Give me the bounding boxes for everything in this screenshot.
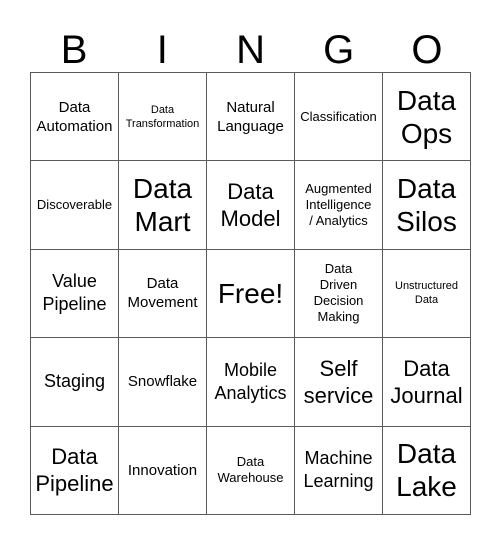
bingo-cell-label: Unstructured Data — [395, 280, 458, 307]
bingo-cell-label: Natural Language — [217, 98, 284, 135]
bingo-header: B I N G O — [30, 20, 471, 72]
bingo-cell-o1[interactable]: Data Ops — [383, 73, 471, 162]
bingo-cell-label: Innovation — [127, 461, 198, 479]
bingo-cell-label: Self service — [303, 355, 374, 408]
bingo-cell-b2[interactable]: Discoverable — [31, 161, 119, 250]
bingo-cell-label: Machine Learning — [303, 448, 374, 492]
bingo-cell-n4[interactable]: Mobile Analytics — [207, 338, 295, 427]
bingo-cell-g1[interactable]: Classification — [295, 73, 383, 162]
bingo-cell-b1[interactable]: Data Automation — [31, 73, 119, 162]
bingo-cell-i4[interactable]: Snowflake — [119, 338, 207, 427]
bingo-cell-o4[interactable]: Data Journal — [383, 338, 471, 427]
bingo-cell-label: Data Driven Decision Making — [313, 261, 364, 325]
bingo-cell-n2[interactable]: Data Model — [207, 161, 295, 250]
bingo-cell-o5[interactable]: Data Lake — [383, 426, 471, 515]
bingo-cell-b4[interactable]: Staging — [31, 338, 119, 427]
header-letter-n: N — [236, 28, 265, 72]
bingo-cell-label: Data Warehouse — [217, 454, 284, 486]
bingo-cell-i5[interactable]: Innovation — [119, 426, 207, 515]
bingo-cell-n5[interactable]: Data Warehouse — [207, 426, 295, 515]
header-letter-o: O — [411, 28, 443, 72]
header-letter-b: B — [60, 28, 88, 72]
bingo-cell-label: Data Automation — [36, 98, 113, 135]
bingo-cell-b3[interactable]: Value Pipeline — [31, 249, 119, 339]
bingo-cell-g5[interactable]: Machine Learning — [295, 426, 383, 515]
bingo-cell-label: Data Ops — [396, 84, 457, 149]
bingo-cell-label: Snowflake — [127, 373, 198, 391]
bingo-cell-label: Data Journal — [390, 355, 463, 408]
bingo-cell-label: Augmented Intelligence / Analytics — [305, 181, 372, 229]
bingo-card: B I N G O Data Automation Data Transform… — [0, 0, 500, 544]
bingo-cell-label: Data Mart — [132, 173, 193, 238]
bingo-cell-label: Value Pipeline — [42, 271, 107, 315]
bingo-cell-label: Staging — [43, 371, 106, 392]
header-letter-i: I — [156, 28, 168, 72]
bingo-cell-label: Data Movement — [127, 275, 198, 312]
bingo-cell-o2[interactable]: Data Silos — [383, 161, 471, 250]
bingo-cell-i2[interactable]: Data Mart — [119, 161, 207, 250]
bingo-cell-free-space[interactable]: Free! — [207, 249, 295, 339]
bingo-cell-label: Data Silos — [396, 173, 457, 238]
bingo-cell-label: Data Transformation — [125, 103, 200, 130]
bingo-cell-label: Free! — [217, 277, 284, 309]
bingo-cell-label: Discoverable — [36, 197, 113, 213]
bingo-cell-o3[interactable]: Unstructured Data — [383, 249, 471, 339]
bingo-cell-label: Classification — [300, 108, 377, 124]
bingo-cell-g4[interactable]: Self service — [295, 338, 383, 427]
bingo-cell-g2[interactable]: Augmented Intelligence / Analytics — [295, 161, 383, 250]
bingo-cell-b5[interactable]: Data Pipeline — [31, 426, 119, 515]
bingo-cell-label: Data Pipeline — [35, 444, 114, 497]
bingo-cell-label: Data Model — [220, 179, 281, 232]
bingo-cell-label: Data Lake — [396, 438, 457, 503]
bingo-cell-i3[interactable]: Data Movement — [119, 249, 207, 339]
bingo-cell-g3[interactable]: Data Driven Decision Making — [295, 249, 383, 339]
bingo-cell-i1[interactable]: Data Transformation — [119, 73, 207, 162]
header-letter-g: G — [323, 28, 355, 72]
bingo-cell-label: Mobile Analytics — [214, 359, 287, 403]
bingo-cell-n1[interactable]: Natural Language — [207, 73, 295, 162]
bingo-grid: Data Automation Data Transformation Natu… — [30, 72, 471, 515]
